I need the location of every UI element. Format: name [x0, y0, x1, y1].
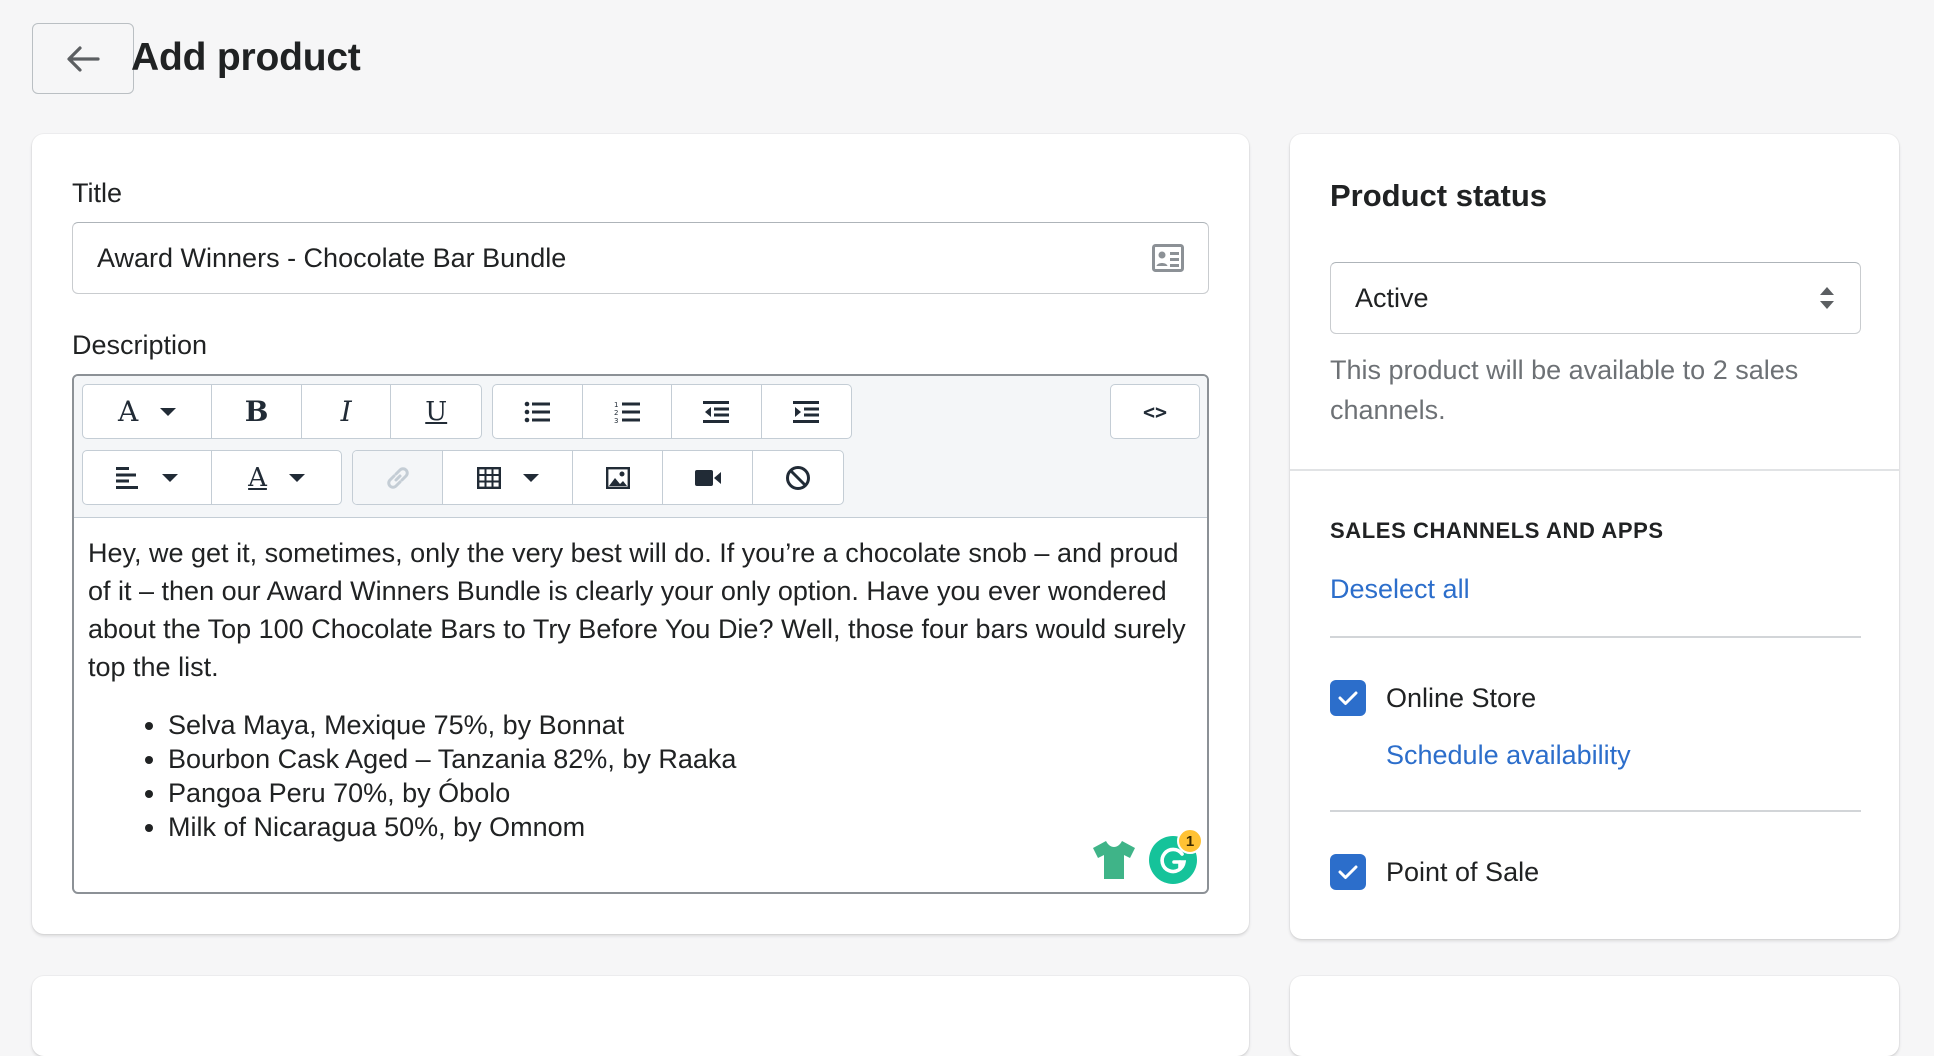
image-icon [605, 466, 630, 489]
next-side-card [1290, 976, 1899, 1056]
grammarly-button[interactable]: 1 [1149, 828, 1203, 884]
link-button[interactable] [353, 451, 443, 504]
insert-group [352, 450, 844, 505]
insert-video-button[interactable] [663, 451, 753, 504]
text-format-group: A B I U [82, 384, 482, 439]
description-bullet-list: Selva Maya, Mexique 75%, by Bonnat Bourb… [88, 708, 1193, 844]
underline-button[interactable]: U [391, 385, 481, 438]
table-dropdown[interactable] [443, 451, 573, 504]
tshirt-icon[interactable] [1091, 839, 1137, 881]
description-label: Description [72, 330, 208, 360]
bullet-list-button[interactable] [493, 385, 583, 438]
link-icon [386, 466, 409, 489]
list-item: Bourbon Cask Aged – Tanzania 82%, by Raa… [168, 742, 1193, 776]
list-item: Pangoa Peru 70%, by Óbolo [168, 776, 1193, 810]
text-color-icon: A [248, 462, 267, 493]
italic-icon: I [340, 394, 352, 428]
product-status-heading: Product status [1330, 178, 1548, 213]
online-store-label: Online Store [1386, 683, 1537, 713]
sales-channels-heading: SALES CHANNELS AND APPS [1330, 518, 1664, 543]
svg-text:1: 1 [614, 401, 618, 409]
next-card [32, 976, 1249, 1056]
bold-icon: B [244, 394, 269, 428]
chevron-down-icon [522, 473, 539, 482]
numbered-list-button[interactable]: 1 2 3 [583, 385, 672, 438]
divider [1330, 636, 1861, 638]
channel-point-of-sale: Point of Sale [1330, 854, 1539, 890]
font-icon: A [118, 394, 139, 428]
editor-extension-icons: 1 [1091, 828, 1203, 884]
align-color-group: A [82, 450, 342, 505]
title-label: Title [72, 178, 123, 208]
back-button[interactable] [32, 23, 134, 94]
channel-online-store: Online Store [1330, 680, 1536, 716]
video-camera-icon [694, 469, 721, 486]
code-view-button[interactable]: <> [1111, 385, 1199, 438]
product-status-card: Product status Active This product will … [1290, 134, 1899, 939]
checkmark-icon [1338, 691, 1358, 705]
align-left-icon [116, 466, 138, 489]
bold-button[interactable]: B [212, 385, 302, 438]
indent-button[interactable] [762, 385, 852, 438]
list-indent-group: 1 2 3 [492, 384, 852, 439]
table-icon [476, 466, 501, 489]
checkmark-icon [1338, 865, 1358, 879]
title-input-value: Award Winners - Chocolate Bar Bundle [97, 242, 567, 273]
numbered-list-icon: 1 2 3 [614, 401, 640, 424]
product-status-select[interactable]: Active [1330, 262, 1861, 334]
status-helper-text: This product will be available to 2 sale… [1330, 355, 1799, 425]
grammarly-suggestion-badge: 1 [1177, 828, 1203, 854]
editor-toolbar: A B I U 1 2 3 <> A [74, 376, 1207, 518]
indent-icon [793, 400, 820, 423]
description-paragraph: Hey, we get it, sometimes, only the very… [88, 538, 1186, 682]
chevron-down-icon [160, 407, 177, 416]
insert-image-button[interactable] [573, 451, 663, 504]
code-view-group: <> [1110, 384, 1200, 439]
page-title: Add product [131, 36, 361, 79]
align-dropdown[interactable] [83, 451, 212, 504]
arrow-left-icon [67, 45, 100, 72]
contact-card-icon[interactable] [1152, 244, 1184, 272]
point-of-sale-checkbox[interactable] [1330, 854, 1366, 890]
schedule-availability-link[interactable]: Schedule availability [1386, 738, 1631, 772]
chevron-down-icon [288, 473, 305, 482]
italic-button[interactable]: I [302, 385, 392, 438]
rich-text-editor: A B I U 1 2 3 <> A Hey, we get it, somet… [72, 374, 1209, 894]
section-divider [1290, 469, 1899, 471]
online-store-checkbox[interactable] [1330, 680, 1366, 716]
bullet-list-icon [524, 401, 551, 422]
point-of-sale-label: Point of Sale [1386, 857, 1540, 887]
outdent-button[interactable] [672, 385, 762, 438]
underline-icon: U [425, 396, 448, 427]
list-item: Milk of Nicaragua 50%, by Omnom [168, 810, 1193, 844]
editor-content[interactable]: Hey, we get it, sometimes, only the very… [88, 534, 1193, 844]
product-status-value: Active [1355, 282, 1429, 313]
outdent-icon [703, 400, 730, 423]
clear-format-icon [786, 465, 810, 490]
font-style-dropdown[interactable]: A [83, 385, 213, 438]
chevron-down-icon [162, 473, 178, 482]
select-arrows-icon [1820, 287, 1834, 309]
deselect-all-link[interactable]: Deselect all [1330, 572, 1470, 606]
list-item: Selva Maya, Mexique 75%, by Bonnat [168, 708, 1193, 742]
svg-text:2: 2 [614, 409, 618, 417]
svg-text:3: 3 [614, 417, 618, 424]
product-details-card: Title Award Winners - Chocolate Bar Bund… [32, 134, 1249, 934]
title-input[interactable]: Award Winners - Chocolate Bar Bundle [72, 222, 1209, 294]
divider [1330, 810, 1861, 812]
text-color-dropdown[interactable]: A [212, 451, 341, 504]
clear-formatting-button[interactable] [753, 451, 843, 504]
